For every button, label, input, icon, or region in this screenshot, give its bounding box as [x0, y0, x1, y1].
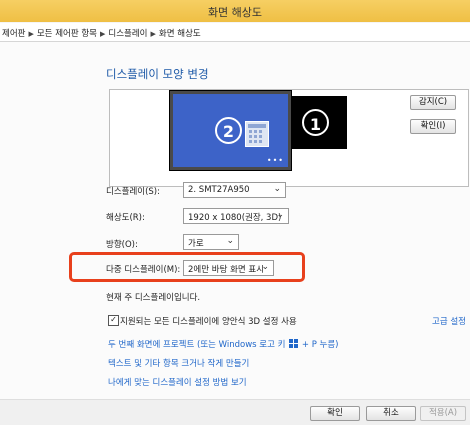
cancel-button[interactable]: 취소	[366, 406, 416, 421]
display-label: 디스플레이(S):	[106, 187, 160, 197]
monitor-1-number: 1	[302, 109, 329, 136]
chevron-right-icon[interactable]: ▶	[100, 30, 105, 38]
orientation-select[interactable]: 가로 ⌄	[183, 234, 239, 250]
chevron-right-icon[interactable]: ▶	[151, 30, 156, 38]
orientation-select-value: 가로	[188, 239, 204, 249]
display-select[interactable]: 2. SMT27A950 ⌄	[183, 182, 286, 198]
window-title: 화면 해상도	[207, 6, 263, 19]
main-display-note: 현재 주 디스플레이입니다.	[106, 293, 201, 303]
project-link-text[interactable]: 두 번째 화면에 프로젝트 (또는 Windows 로고 키	[108, 340, 285, 350]
dialog-button-bar: 확인 취소 적용(A)	[0, 399, 470, 425]
multiple-displays-select-value: 2에만 바탕 화면 표시	[188, 265, 265, 275]
breadcrumb: 제어판 ▶ 모든 제어판 항목 ▶ 디스플레이 ▶ 화면 해상도	[0, 23, 470, 42]
chevron-down-icon: ⌄	[226, 236, 234, 246]
orientation-label: 방향(O):	[106, 240, 138, 250]
stereoscopic-3d-label[interactable]: 지원되는 모든 디스플레이에 양안식 3D 설정 사용	[120, 315, 297, 327]
breadcrumb-control-panel[interactable]: 제어판	[2, 29, 25, 39]
stereoscopic-3d-checkbox[interactable]: ✓	[108, 315, 119, 326]
desktop-grid-icon	[245, 121, 269, 147]
chevron-right-icon[interactable]: ▶	[28, 30, 33, 38]
chevron-down-icon: ⌄	[273, 184, 281, 194]
identify-button[interactable]: 확인(I)	[410, 119, 456, 134]
resolution-label: 해상도(R):	[106, 213, 145, 223]
breadcrumb-screen-resolution[interactable]: 화면 해상도	[159, 29, 201, 39]
resolution-select-value: 1920 x 1080(권장, 3D)	[188, 213, 282, 223]
project-link[interactable]: 두 번째 화면에 프로젝트 (또는 Windows 로고 키 + P 누름)	[108, 338, 339, 350]
breadcrumb-display[interactable]: 디스플레이	[108, 29, 147, 39]
chevron-down-icon: ⌄	[276, 210, 284, 220]
display-help-link[interactable]: 나에게 맞는 디스플레이 설정 방법 보기	[108, 376, 247, 388]
window-titlebar: 화면 해상도	[0, 0, 470, 22]
monitor-2-selected[interactable]: 2 •••	[170, 91, 291, 170]
breadcrumb-all-items[interactable]: 모든 제어판 항목	[37, 29, 97, 39]
windows-logo-icon	[289, 339, 299, 348]
chevron-down-icon: ⌄	[261, 262, 269, 272]
ok-button[interactable]: 확인	[310, 406, 360, 421]
detect-button[interactable]: 감지(C)	[410, 95, 456, 110]
multiple-displays-label: 다중 디스플레이(M):	[106, 265, 181, 275]
page-heading: 디스플레이 모양 변경	[106, 67, 209, 81]
resolution-select[interactable]: 1920 x 1080(권장, 3D) ⌄	[183, 208, 289, 224]
multiple-displays-select[interactable]: 2에만 바탕 화면 표시 ⌄	[183, 260, 274, 276]
project-link-shortcut[interactable]: + P 누름)	[302, 340, 339, 350]
advanced-settings-link[interactable]: 고급 설정	[432, 315, 466, 327]
more-dots-icon: •••	[266, 156, 284, 165]
text-size-link[interactable]: 텍스트 및 기타 항목 크거나 작게 만들기	[108, 357, 249, 369]
apply-button[interactable]: 적용(A)	[420, 406, 466, 421]
display-select-value: 2. SMT27A950	[188, 185, 250, 195]
monitor-2-number: 2	[215, 117, 242, 144]
monitor-1[interactable]: 1	[286, 96, 347, 149]
main-content: 디스플레이 모양 변경 1 2 ••• 감지(C) 확인(I) 디스플레이(S)…	[0, 42, 470, 425]
